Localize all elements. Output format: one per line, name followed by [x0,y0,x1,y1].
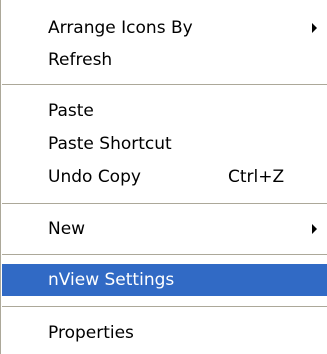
menu-item-paste[interactable]: Paste [2,95,327,127]
menu-separator [2,203,327,204]
menu-left-border [0,0,1,354]
menu-item-label: Undo Copy [48,167,141,187]
menu-item-label: Refresh [48,50,113,70]
menu-item-refresh[interactable]: Refresh [2,44,327,76]
menu-item-label: Properties [48,323,134,343]
context-menu: Arrange Icons By Refresh Paste Paste Sho… [0,0,327,354]
menu-item-new[interactable]: New [2,213,327,245]
menu-item-label: Paste [48,101,94,121]
menu-item-label: Paste Shortcut [48,134,172,154]
menu-item-label: New [48,219,86,239]
menu-item-arrange-icons-by[interactable]: Arrange Icons By [2,12,327,44]
menu-item-shortcut: Ctrl+Z [228,167,285,187]
submenu-arrow-icon [312,224,317,234]
menu-item-label: Arrange Icons By [48,18,193,38]
menu-item-undo-copy[interactable]: Undo Copy Ctrl+Z [2,161,327,193]
submenu-arrow-icon [312,23,317,33]
menu-item-nview-settings[interactable]: nView Settings [2,264,327,296]
menu-separator [2,254,327,255]
menu-item-paste-shortcut[interactable]: Paste Shortcut [2,128,327,160]
menu-item-properties[interactable]: Properties [2,317,327,349]
menu-separator [2,306,327,307]
menu-item-label: nView Settings [48,270,175,290]
menu-separator [2,84,327,85]
